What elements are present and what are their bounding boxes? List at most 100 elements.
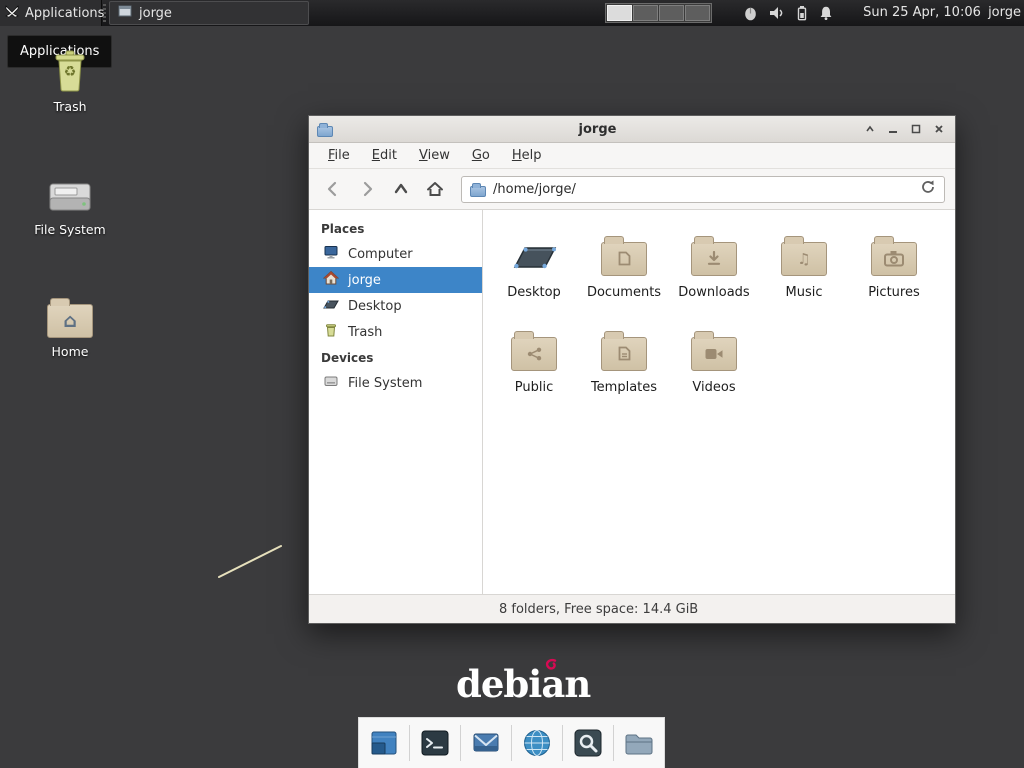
computer-icon xyxy=(323,244,339,264)
file-public[interactable]: Public xyxy=(489,321,579,416)
maximize-button[interactable] xyxy=(908,121,924,137)
video-emblem-icon xyxy=(692,338,736,370)
close-button[interactable] xyxy=(931,121,947,137)
shade-button[interactable] xyxy=(862,121,878,137)
terminal-icon[interactable] xyxy=(410,721,460,765)
file-documents[interactable]: Documents xyxy=(579,226,669,321)
file-label: Downloads xyxy=(678,285,749,300)
music-emblem-icon: ♫ xyxy=(782,243,826,275)
system-tray xyxy=(744,0,834,26)
home-icon xyxy=(323,270,339,290)
mail-reader-icon[interactable] xyxy=(461,721,511,765)
file-label: Videos xyxy=(692,380,735,395)
app-finder-icon[interactable] xyxy=(563,721,613,765)
notifications-icon[interactable] xyxy=(818,5,834,21)
reload-icon[interactable] xyxy=(920,179,936,199)
file-label: Documents xyxy=(587,285,661,300)
sidebar-item-label: jorge xyxy=(348,273,381,288)
workspace-1[interactable] xyxy=(607,5,632,21)
window-titlebar[interactable]: jorge xyxy=(309,116,955,143)
desktop-root: Applications jorge xyxy=(0,0,1024,768)
menu-bar: File Edit View Go Help xyxy=(309,143,955,169)
location-bar[interactable]: /home/jorge/ xyxy=(461,176,945,203)
volume-icon[interactable] xyxy=(768,5,786,21)
home-folder-icon: ⌂ xyxy=(28,292,112,338)
taskbar-window-title: jorge xyxy=(139,6,172,21)
window-title: jorge xyxy=(333,122,862,137)
workspace-3[interactable] xyxy=(659,5,684,21)
desktop-icon-home[interactable]: ⌂ Home xyxy=(28,292,112,359)
file-label: Public xyxy=(515,380,553,395)
recycle-glyph: ♻ xyxy=(28,64,112,80)
xfce-applications-icon xyxy=(4,3,20,23)
camera-emblem-icon xyxy=(872,243,916,275)
sidebar-item-label: Trash xyxy=(348,325,382,340)
applications-menu-button[interactable]: Applications xyxy=(0,0,102,26)
sidebar-item-trash[interactable]: Trash xyxy=(309,319,482,345)
home-button[interactable] xyxy=(421,175,449,203)
sidebar-item-jorge[interactable]: jorge xyxy=(309,267,482,293)
workspace-2[interactable] xyxy=(633,5,658,21)
file-pictures[interactable]: Pictures xyxy=(849,226,939,321)
debian-logo: debian xyxy=(456,662,590,706)
toolbar: /home/jorge/ xyxy=(309,169,955,210)
sidebar-item-file-system[interactable]: File System xyxy=(309,370,482,396)
sidebar: Places Computer jorge xyxy=(309,210,483,594)
up-button[interactable] xyxy=(387,175,415,203)
file-videos[interactable]: Videos xyxy=(669,321,759,416)
back-button[interactable] xyxy=(319,175,347,203)
sidebar-item-computer[interactable]: Computer xyxy=(309,241,482,267)
show-desktop-icon[interactable] xyxy=(359,721,409,765)
workspace-switcher xyxy=(605,3,712,23)
panel-clock[interactable]: Sun 25 Apr, 10:06 xyxy=(856,0,988,26)
documents-folder-icon xyxy=(601,242,647,276)
file-desktop[interactable]: Desktop xyxy=(489,226,579,321)
forward-button[interactable] xyxy=(353,175,381,203)
share-emblem-icon xyxy=(512,338,556,370)
window-icon xyxy=(118,5,132,21)
template-emblem-icon xyxy=(602,338,646,370)
file-label: Desktop xyxy=(507,285,561,300)
desktop-icon-trash[interactable]: ♻ Trash xyxy=(28,47,112,114)
workspace-4[interactable] xyxy=(685,5,710,21)
house-emblem-icon: ⌂ xyxy=(48,305,92,337)
battery-icon[interactable] xyxy=(797,5,807,21)
session-user-label[interactable]: jorge xyxy=(988,0,1021,26)
file-downloads[interactable]: Downloads xyxy=(669,226,759,321)
pictures-folder-icon xyxy=(871,242,917,276)
downloads-folder-icon xyxy=(691,242,737,276)
desktop-folder-icon xyxy=(510,226,558,282)
location-folder-icon xyxy=(470,186,486,197)
window-folder-icon xyxy=(317,126,333,137)
sidebar-item-label: File System xyxy=(348,376,422,391)
desktop-icon-label: Home xyxy=(28,344,112,359)
menu-view[interactable]: View xyxy=(408,144,461,167)
top-panel: Applications jorge xyxy=(0,0,1024,26)
location-path[interactable]: /home/jorge/ xyxy=(493,182,913,197)
sidebar-item-label: Desktop xyxy=(348,299,402,314)
taskbar-window-button[interactable]: jorge xyxy=(109,1,309,25)
input-device-icon[interactable] xyxy=(744,5,757,21)
panel-grip xyxy=(103,4,106,22)
menu-help[interactable]: Help xyxy=(501,144,553,167)
devices-header: Devices xyxy=(309,345,482,370)
desktop-icon-label: Trash xyxy=(28,99,112,114)
menu-edit[interactable]: Edit xyxy=(361,144,408,167)
videos-folder-icon xyxy=(691,337,737,371)
trash-icon: ♻ xyxy=(28,47,112,93)
file-templates[interactable]: Templates xyxy=(579,321,669,416)
places-header: Places xyxy=(309,216,482,241)
desktop-icon-file-system[interactable]: File System xyxy=(28,170,112,237)
minimize-button[interactable] xyxy=(885,121,901,137)
web-browser-icon[interactable] xyxy=(512,721,562,765)
file-manager-icon[interactable] xyxy=(614,721,664,765)
desktop-icon-label: File System xyxy=(28,222,112,237)
menu-file[interactable]: File xyxy=(317,144,361,167)
sidebar-item-desktop[interactable]: Desktop xyxy=(309,293,482,319)
menu-go[interactable]: Go xyxy=(461,144,501,167)
file-music[interactable]: ♫ Music xyxy=(759,226,849,321)
debian-swirl-icon xyxy=(545,658,558,671)
download-emblem-icon xyxy=(692,243,736,275)
stray-line xyxy=(214,540,288,582)
bottom-dock xyxy=(358,717,665,768)
